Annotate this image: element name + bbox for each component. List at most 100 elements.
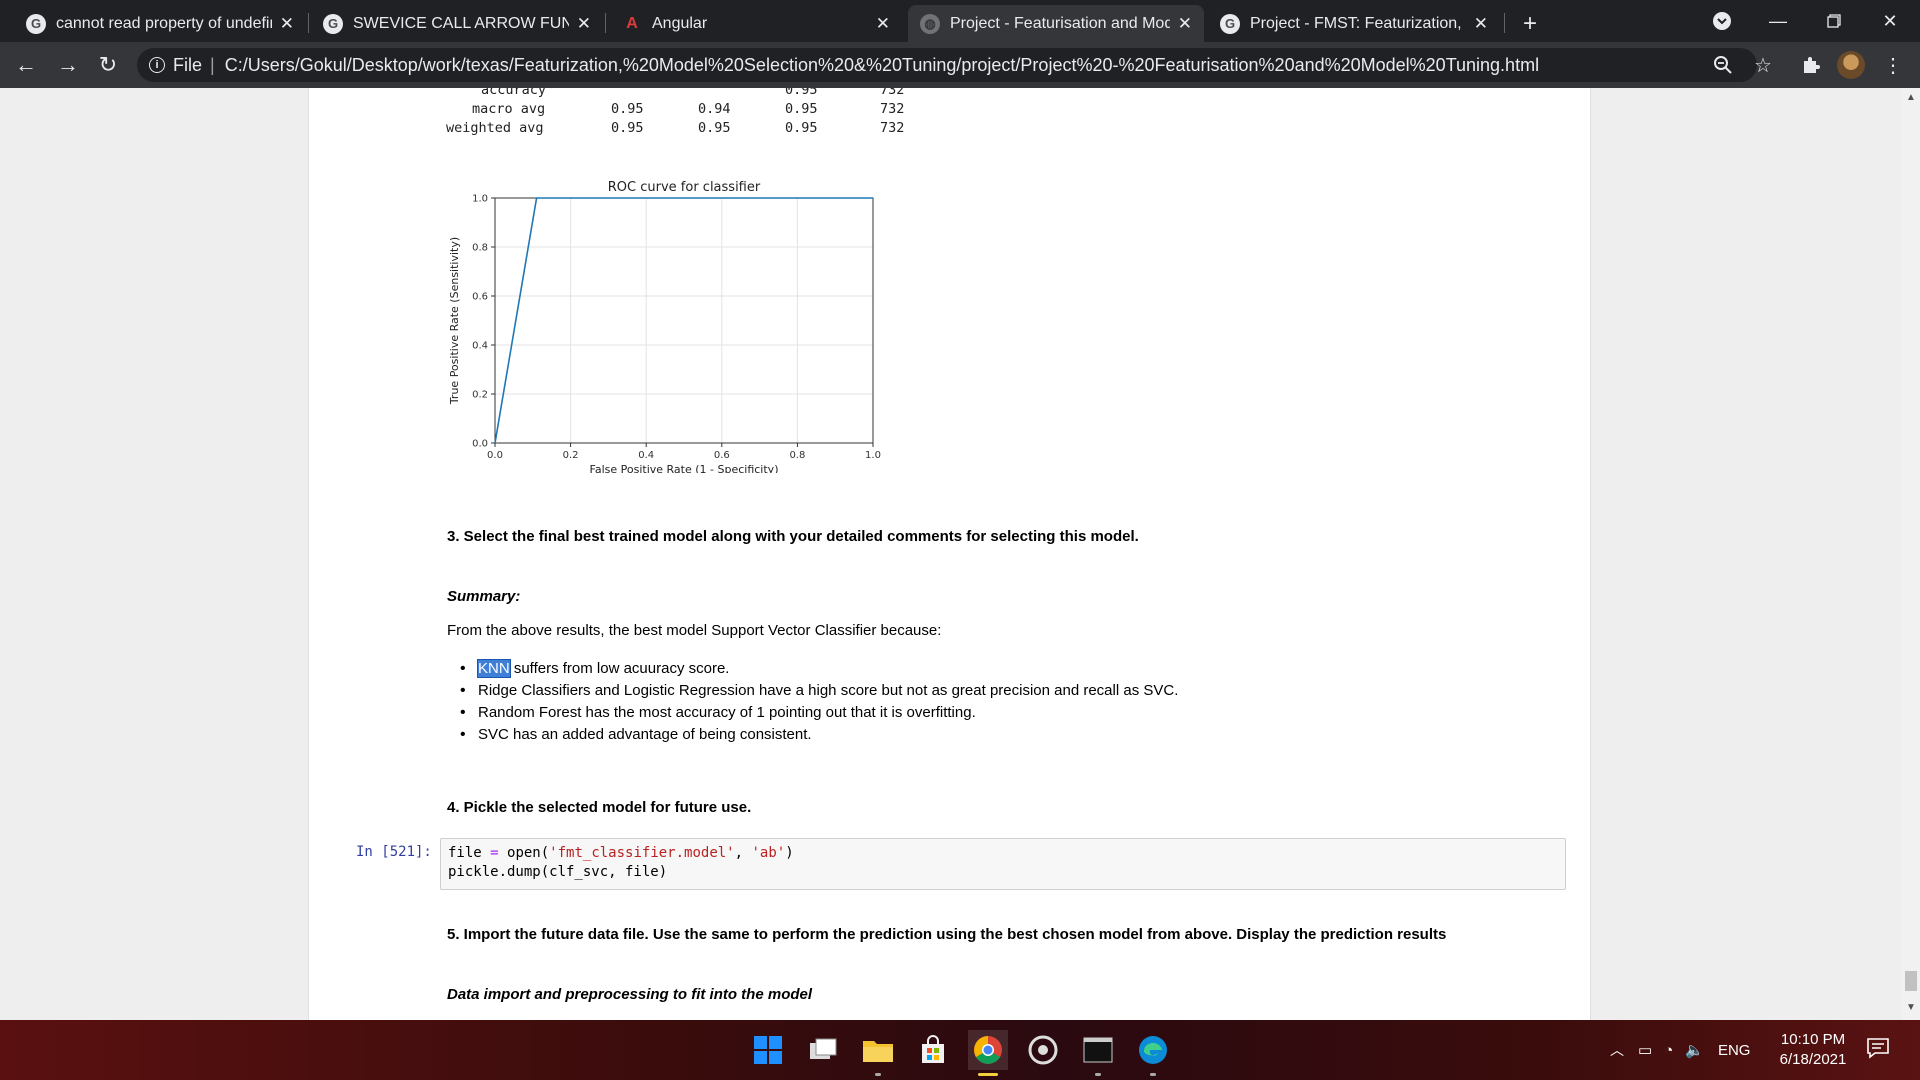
store-icon[interactable] — [913, 1030, 953, 1070]
notification-icon[interactable] — [1866, 1036, 1894, 1064]
report-value: 0.95 — [785, 88, 818, 98]
list-item: KNN suffers from low acuuracy score. — [460, 658, 1178, 680]
y-tick-label: 0.4 — [472, 341, 488, 352]
y-tick-label: 0.8 — [472, 243, 488, 254]
scheme-separator: | — [210, 54, 215, 75]
google-icon: G — [1220, 13, 1240, 34]
edge-icon[interactable] — [1133, 1030, 1173, 1076]
heading-5: 5. Import the future data file. Use the … — [447, 926, 1447, 943]
close-tab-icon[interactable]: ✕ — [1474, 14, 1488, 34]
code-token: open( — [498, 845, 550, 861]
angular-icon: A — [626, 14, 638, 32]
report-value: 0.94 — [698, 101, 731, 117]
close-tab-icon[interactable]: ✕ — [280, 14, 294, 34]
volume-icon[interactable]: 🔈 — [1685, 1041, 1704, 1059]
scheme-label: File — [173, 54, 203, 75]
report-label: accuracy — [481, 88, 547, 98]
info-icon[interactable]: i — [149, 57, 165, 73]
report-label: weighted avg — [446, 120, 544, 136]
tab-4-active[interactable]: ◍ Project - Featurisation and Mode ✕ — [908, 5, 1204, 42]
language-indicator[interactable]: ENG — [1718, 1042, 1751, 1059]
tab-2[interactable]: G SWEVICE CALL ARROW FUNCTIO ✕ — [311, 5, 603, 42]
url-text[interactable]: C:/Users/Gokul/Desktop/work/texas/Featur… — [225, 55, 1539, 76]
battery-icon[interactable]: ▭ — [1638, 1041, 1652, 1059]
clock[interactable]: 10:10 PM 6/18/2021 — [1778, 1030, 1848, 1070]
profile-avatar[interactable] — [1837, 51, 1865, 79]
report-value: 732 — [880, 88, 905, 98]
code-string: 'fmt_classifier.model' — [549, 845, 735, 861]
summary-label: Summary: — [447, 588, 521, 605]
tab-search-icon[interactable] — [1694, 0, 1750, 42]
forward-icon[interactable]: → — [51, 48, 85, 82]
file-explorer-icon[interactable] — [858, 1030, 898, 1076]
minimize-icon[interactable]: — — [1750, 0, 1806, 42]
tab-title: Project - FMST: Featurization, Mo — [1250, 14, 1466, 32]
vertical-scrollbar[interactable]: ▲ ▼ — [1902, 88, 1920, 1020]
close-tab-icon[interactable]: ✕ — [876, 14, 890, 34]
x-tick-label: 0.6 — [714, 450, 730, 461]
start-icon[interactable] — [748, 1030, 788, 1070]
code-cell[interactable]: file = open('fmt_classifier.model', 'ab'… — [440, 838, 1566, 890]
scroll-up-arrow-icon[interactable]: ▲ — [1902, 92, 1920, 103]
subheading: Data import and preprocessing to fit int… — [447, 986, 813, 1003]
x-tick-label: 0.8 — [789, 450, 805, 461]
tab-3[interactable]: A Angular ✕ — [610, 5, 902, 42]
chrome-icon[interactable] — [968, 1030, 1008, 1076]
x-tick-label: 0.2 — [563, 450, 579, 461]
wifi-icon[interactable]: ◔ — [1664, 1042, 1673, 1059]
tab-separator — [308, 13, 309, 33]
report-value: 0.95 — [785, 120, 818, 136]
roc-chart: 0.0 0.2 0.4 0.6 0.8 1.0 0.0 0.2 0.4 0.6 0.8 1.0 ROC … — [448, 180, 881, 473]
code-token: = — [490, 845, 499, 861]
task-view-icon[interactable] — [803, 1030, 843, 1070]
terminal-icon[interactable] — [1078, 1030, 1118, 1076]
bookmark-star-icon[interactable]: ☆ — [1746, 48, 1780, 82]
close-tab-icon[interactable]: ✕ — [1178, 14, 1192, 34]
new-tab-button[interactable]: + — [1510, 5, 1550, 42]
chart-title: ROC curve for classifier — [608, 180, 761, 195]
address-bar[interactable]: i File | C:/Users/Gokul/Desktop/work/tex… — [137, 48, 1757, 82]
reload-icon[interactable]: ↻ — [91, 48, 125, 82]
running-indicator — [1150, 1073, 1156, 1076]
code-string: 'ab' — [751, 845, 786, 861]
menu-icon[interactable]: ⋮ — [1876, 48, 1910, 82]
heading-3: 3. Select the final best trained model a… — [447, 528, 1139, 545]
heading-4: 4. Pickle the selected model for future … — [447, 799, 752, 816]
x-axis-label: False Positive Rate (1 - Specificity) — [590, 463, 779, 473]
report-value: 0.95 — [611, 120, 644, 136]
extensions-icon[interactable] — [1794, 48, 1828, 82]
globe-icon: ◍ — [920, 13, 940, 34]
zoom-icon[interactable] — [1706, 48, 1740, 82]
scroll-down-arrow-icon[interactable]: ▼ — [1902, 1002, 1920, 1013]
media-app-icon[interactable] — [1023, 1030, 1063, 1070]
scrollbar-thumb[interactable] — [1905, 971, 1917, 991]
clock-date: 6/18/2021 — [1779, 1051, 1847, 1068]
report-label: macro avg — [472, 101, 546, 117]
back-icon[interactable]: ← — [9, 48, 43, 82]
running-indicator — [875, 1073, 881, 1076]
tab-separator — [1504, 13, 1505, 33]
y-tick-label: 0.2 — [472, 390, 488, 401]
tab-strip: G cannot read property of undefine ✕ G S… — [0, 0, 1920, 42]
show-hidden-icons-icon[interactable]: ︿ — [1610, 1040, 1624, 1060]
tab-title: SWEVICE CALL ARROW FUNCTIO — [353, 14, 569, 32]
tab-title: cannot read property of undefine — [56, 14, 272, 32]
tab-1[interactable]: G cannot read property of undefine ✕ — [14, 5, 306, 42]
selected-text[interactable]: KNN — [477, 659, 511, 678]
y-axis-label: True Positive Rate (Sensitivity) — [448, 237, 461, 405]
running-indicator — [978, 1073, 998, 1076]
plot-frame — [494, 197, 874, 444]
tab-title: Angular — [652, 14, 708, 32]
code-line: pickle.dump(clf_svc, file) — [448, 864, 668, 880]
tab-5[interactable]: G Project - FMST: Featurization, Mo ✕ — [1208, 5, 1500, 42]
page-viewport: accuracy 0.95 732 macro avg 0.95 0.94 0.… — [0, 88, 1902, 1020]
code-token: file — [448, 845, 491, 861]
close-window-icon[interactable]: ✕ — [1862, 0, 1918, 42]
code-line: file = open('fmt_classifier.model', 'ab'… — [448, 844, 1558, 863]
list-item-text: suffers from low acuuracy score. — [509, 660, 730, 677]
clock-time: 10:10 PM — [1780, 1031, 1846, 1048]
close-tab-icon[interactable]: ✕ — [577, 14, 591, 34]
tab-separator — [605, 13, 606, 33]
browser-toolbar: ← → ↻ i File | C:/Users/Gokul/Desktop/wo… — [0, 42, 1920, 88]
restore-icon[interactable] — [1806, 0, 1862, 42]
